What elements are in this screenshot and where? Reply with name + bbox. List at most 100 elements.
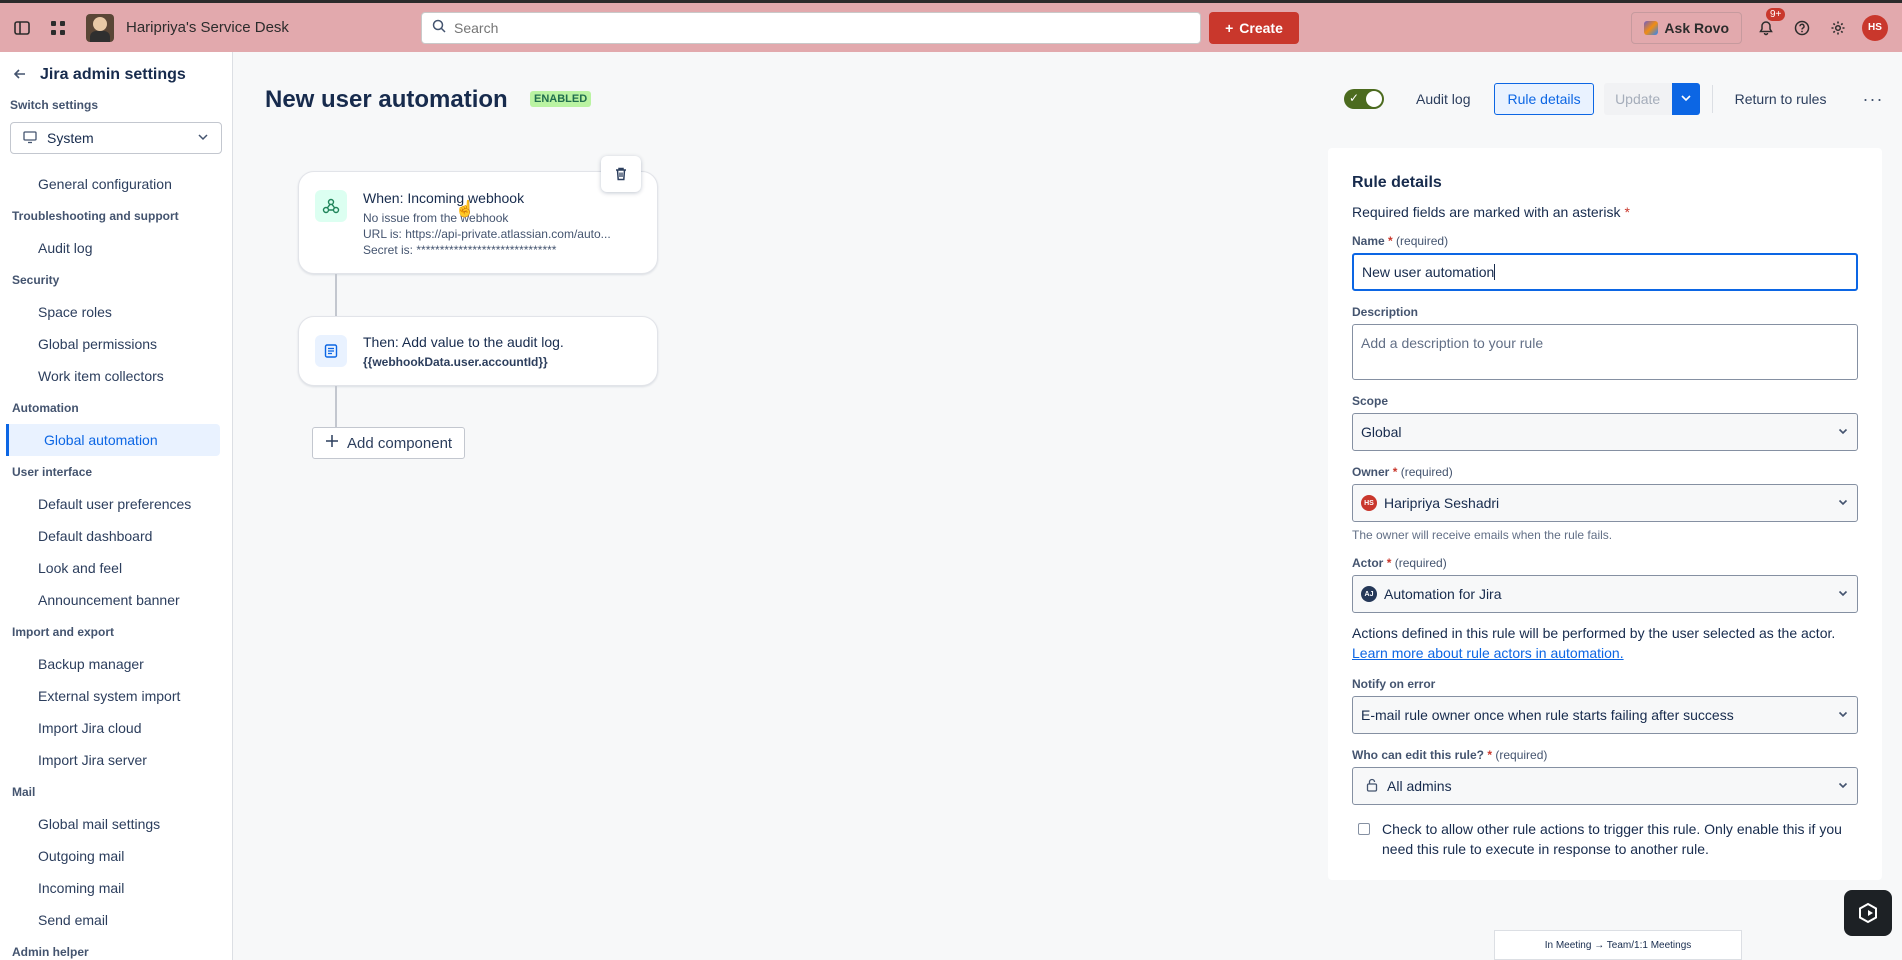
asterisk: * bbox=[1392, 465, 1398, 479]
add-component-label: Add component bbox=[347, 434, 453, 452]
sidebar-item-outgoing-mail[interactable]: Outgoing mail bbox=[0, 840, 220, 872]
meeting-status-bar[interactable]: In Meeting → Team/1:1 Meetings bbox=[1494, 930, 1742, 960]
trigger-line-2: URL is: https://api-private.atlassian.co… bbox=[363, 227, 611, 241]
top-right-actions: Ask Rovo 9+ HS bbox=[1631, 3, 1902, 52]
chat-help-icon[interactable] bbox=[1844, 890, 1892, 936]
scope-label: Scope bbox=[1352, 394, 1389, 408]
toggle-knob bbox=[1366, 91, 1382, 107]
sidebar-item-space-roles[interactable]: Space roles bbox=[0, 296, 220, 328]
actor-info-text: Actions defined in this rule will be per… bbox=[1352, 625, 1836, 641]
sidebar-item-global-mail-settings[interactable]: Global mail settings bbox=[0, 808, 220, 840]
owner-label: Owner * (required) bbox=[1352, 465, 1860, 479]
sidebar-item-global-automation[interactable]: Global automation bbox=[6, 424, 220, 456]
user-avatar[interactable]: HS bbox=[1862, 14, 1888, 41]
rovo-icon bbox=[1644, 20, 1659, 35]
rule-actors-link[interactable]: Learn more about rule actors in automati… bbox=[1352, 645, 1624, 661]
search-icon bbox=[432, 19, 446, 36]
sidebar-item-default-dashboard[interactable]: Default dashboard bbox=[0, 520, 220, 552]
required-tag: (required) bbox=[1394, 556, 1447, 570]
trash-icon[interactable] bbox=[601, 156, 641, 192]
actor-label: Actor * (required) bbox=[1352, 556, 1860, 570]
sidebar-item-incoming-mail[interactable]: Incoming mail bbox=[0, 872, 220, 904]
update-dropdown-button[interactable] bbox=[1671, 83, 1700, 115]
search-bar[interactable] bbox=[421, 11, 1201, 44]
sidebar-item-import-jira-cloud[interactable]: Import Jira cloud bbox=[0, 712, 220, 744]
bell-icon[interactable]: 9+ bbox=[1748, 7, 1786, 46]
sidebar-item-backup-manager[interactable]: Backup manager bbox=[0, 648, 220, 680]
top-navigation-bar: Haripriya's Service Desk + Create Ask Ro… bbox=[0, 0, 1902, 52]
description-textarea[interactable]: Add a description to your rule bbox=[1352, 324, 1858, 380]
owner-label-text: Owner bbox=[1352, 465, 1390, 479]
plus-icon: + bbox=[1225, 19, 1234, 36]
trigger-title: When: Incoming webhook bbox=[363, 190, 525, 206]
allow-trigger-text: Check to allow other rule actions to tri… bbox=[1382, 821, 1842, 857]
sidebar-item-announcement-banner[interactable]: Announcement banner bbox=[0, 584, 220, 616]
name-label: Name * (required) bbox=[1352, 234, 1860, 248]
create-button[interactable]: + Create bbox=[1209, 11, 1299, 44]
sidebar-item-global-permissions[interactable]: Global permissions bbox=[0, 328, 220, 360]
admin-sidebar: Jira admin settings Switch settings Syst… bbox=[0, 52, 233, 960]
help-icon[interactable] bbox=[1784, 10, 1820, 46]
search-input[interactable] bbox=[454, 19, 1154, 36]
action-line-1: {{webhookData.user.accountId}} bbox=[363, 355, 548, 369]
required-tag: (required) bbox=[1396, 234, 1449, 248]
notify-value: E-mail rule owner once when rule starts … bbox=[1361, 707, 1734, 723]
owner-value: Haripriya Seshadri bbox=[1384, 495, 1500, 511]
allow-trigger-row: Check to allow other rule actions to tri… bbox=[1352, 819, 1860, 859]
plus-icon bbox=[325, 434, 339, 452]
asterisk: * bbox=[1487, 748, 1493, 762]
action-node[interactable]: Then: Add value to the audit log. {{webh… bbox=[298, 316, 658, 386]
owner-select[interactable]: HS Haripriya Seshadri bbox=[1352, 484, 1858, 522]
rule-details-button[interactable]: Rule details bbox=[1494, 83, 1594, 115]
description-label: Description bbox=[1352, 305, 1419, 319]
required-note: Required fields are marked with an aster… bbox=[1352, 204, 1860, 220]
sidebar-toggle-icon[interactable] bbox=[4, 10, 40, 46]
asterisk: * bbox=[1624, 204, 1630, 220]
sidebar-item-look-and-feel[interactable]: Look and feel bbox=[0, 552, 220, 584]
app-switcher-icon[interactable] bbox=[40, 10, 76, 46]
sidebar-item-send-email[interactable]: Send email bbox=[0, 904, 220, 936]
allow-trigger-checkbox[interactable] bbox=[1358, 823, 1370, 835]
gear-icon[interactable] bbox=[1820, 10, 1856, 46]
create-label: Create bbox=[1239, 19, 1283, 36]
back-arrow-icon[interactable] bbox=[12, 66, 28, 85]
sidebar-item-default-user-preferences[interactable]: Default user preferences bbox=[0, 488, 220, 520]
update-button[interactable]: Update bbox=[1603, 83, 1672, 115]
switch-settings-select[interactable]: System bbox=[10, 122, 222, 154]
actor-select[interactable]: AJ Automation for Jira bbox=[1352, 575, 1858, 613]
sidebar-header: Jira admin settings bbox=[0, 52, 232, 98]
chevron-down-icon bbox=[197, 130, 209, 146]
required-tag: (required) bbox=[1400, 465, 1453, 479]
site-logo[interactable] bbox=[86, 13, 114, 42]
audit-log-button[interactable]: Audit log bbox=[1406, 91, 1480, 107]
site-name[interactable]: Haripriya's Service Desk bbox=[126, 19, 421, 36]
switch-settings-label: Switch settings bbox=[10, 98, 99, 112]
return-to-rules-button[interactable]: Return to rules bbox=[1725, 91, 1837, 107]
ask-rovo-button[interactable]: Ask Rovo bbox=[1631, 11, 1742, 44]
sidebar-item-audit-log[interactable]: Audit log bbox=[0, 232, 220, 264]
panel-title: Rule details bbox=[1352, 174, 1442, 191]
who-can-edit-select[interactable]: All admins bbox=[1352, 767, 1858, 805]
notification-badge: 9+ bbox=[1766, 7, 1786, 21]
trigger-line-3: Secret is: *****************************… bbox=[363, 243, 557, 257]
header-actions: ✓ Audit log Rule details Update Return t… bbox=[1344, 83, 1883, 115]
actor-value: Automation for Jira bbox=[1384, 586, 1502, 602]
notify-label: Notify on error bbox=[1352, 677, 1436, 691]
divider bbox=[1711, 85, 1713, 113]
rule-name-input[interactable]: New user automation bbox=[1352, 253, 1858, 291]
scope-select[interactable]: Global bbox=[1352, 413, 1858, 451]
more-options-icon[interactable]: ··· bbox=[1862, 89, 1883, 110]
required-tag: (required) bbox=[1495, 748, 1548, 762]
asterisk: * bbox=[1388, 234, 1393, 248]
add-component-button[interactable]: Add component bbox=[312, 427, 466, 459]
sidebar-item-import-jira-server[interactable]: Import Jira server bbox=[0, 744, 220, 776]
sidebar-item-work-item-collectors[interactable]: Work item collectors bbox=[0, 360, 220, 392]
chevron-down-icon bbox=[1837, 779, 1849, 794]
sidebar-item-external-system-import[interactable]: External system import bbox=[0, 680, 220, 712]
scope-value: Global bbox=[1361, 424, 1402, 440]
notify-on-error-select[interactable]: E-mail rule owner once when rule starts … bbox=[1352, 696, 1858, 734]
sidebar-item-general-configuration[interactable]: General configuration bbox=[0, 168, 220, 200]
chevron-down-icon bbox=[1680, 91, 1692, 107]
rule-enabled-toggle[interactable]: ✓ bbox=[1344, 89, 1384, 109]
ask-rovo-label: Ask Rovo bbox=[1664, 19, 1729, 36]
